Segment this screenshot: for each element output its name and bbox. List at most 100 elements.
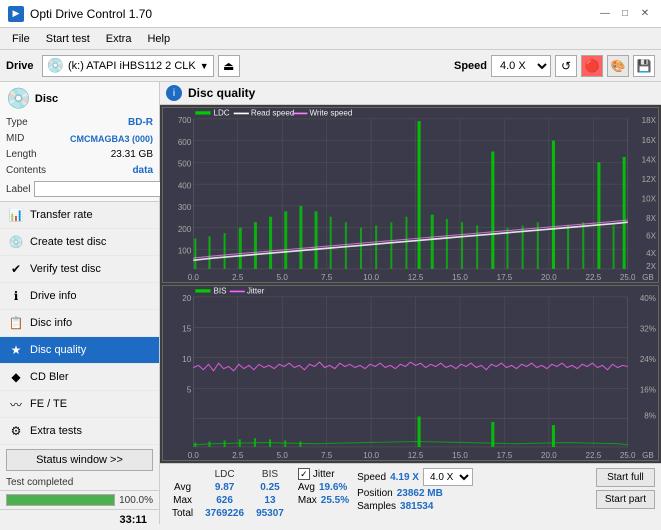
length-key: Length bbox=[6, 147, 37, 163]
sidebar: 💿 Disc Type BD-R MID CMCMAGBA3 (000) Len… bbox=[0, 82, 160, 524]
eject-button[interactable]: ⏏ bbox=[218, 55, 240, 77]
disc-panel-header: 💿 Disc bbox=[6, 86, 153, 111]
stats-table: LDC BIS Avg 9.87 0.25 Max 626 13 Total 3… bbox=[166, 468, 290, 520]
cd-bler-icon: ◆ bbox=[8, 369, 24, 385]
status-text: Test completed bbox=[0, 475, 159, 490]
svg-text:2.5: 2.5 bbox=[232, 450, 244, 460]
drive-dropdown-arrow[interactable]: ▼ bbox=[200, 61, 209, 71]
svg-text:14X: 14X bbox=[642, 154, 657, 164]
progress-area: 100.0% bbox=[0, 490, 159, 509]
samples-label: Samples bbox=[357, 501, 396, 512]
nav-drive-info[interactable]: ℹ Drive info bbox=[0, 283, 159, 310]
mid-key: MID bbox=[6, 131, 24, 147]
svg-text:25.0: 25.0 bbox=[620, 450, 636, 460]
svg-text:10: 10 bbox=[182, 354, 191, 364]
toolbar: Drive 💿 (k:) ATAPI iHBS112 2 CLK ▼ ⏏ Spe… bbox=[0, 50, 661, 82]
samples-val: 381534 bbox=[400, 501, 433, 512]
speed-select[interactable]: 4.0 X 8.0 X Max bbox=[491, 55, 551, 77]
disc-type-row: Type BD-R bbox=[6, 115, 153, 131]
refresh-button[interactable]: ↺ bbox=[555, 55, 577, 77]
nav-verify-test[interactable]: ✔ Verify test disc bbox=[0, 256, 159, 283]
row-max-ldc: 626 bbox=[199, 494, 250, 507]
progress-bar-fill bbox=[7, 495, 114, 505]
settings-button[interactable]: 🔴 bbox=[581, 55, 603, 77]
speed-value-row: Speed 4.19 X 4.0 X 8.0 X bbox=[357, 468, 473, 486]
start-part-button[interactable]: Start part bbox=[596, 490, 655, 509]
window-controls[interactable]: — □ ✕ bbox=[597, 6, 653, 22]
drive-selector[interactable]: 💿 (k:) ATAPI iHBS112 2 CLK ▼ bbox=[42, 55, 214, 77]
drive-label: Drive bbox=[6, 60, 34, 72]
svg-text:10.0: 10.0 bbox=[363, 450, 379, 460]
start-buttons: Start full Start part bbox=[596, 468, 655, 509]
svg-text:17.5: 17.5 bbox=[497, 272, 513, 282]
nav-label-extra-tests: Extra tests bbox=[30, 425, 82, 437]
speed-value: 4.19 X bbox=[390, 472, 419, 483]
nav-fe-te[interactable]: 〰 FE / TE bbox=[0, 391, 159, 418]
nav-disc-quality[interactable]: ★ Disc quality bbox=[0, 337, 159, 364]
svg-text:12.5: 12.5 bbox=[408, 450, 424, 460]
nav-create-test[interactable]: 💿 Create test disc bbox=[0, 229, 159, 256]
svg-text:600: 600 bbox=[178, 137, 192, 147]
chart-icon: i bbox=[166, 85, 182, 101]
svg-text:300: 300 bbox=[178, 202, 192, 212]
nav-cd-bler[interactable]: ◆ CD Bler bbox=[0, 364, 159, 391]
svg-text:7.5: 7.5 bbox=[321, 450, 333, 460]
menu-help[interactable]: Help bbox=[139, 31, 178, 47]
svg-text:32%: 32% bbox=[640, 323, 657, 333]
disc-mid-row: MID CMCMAGBA3 (000) bbox=[6, 131, 153, 147]
maximize-button[interactable]: □ bbox=[617, 6, 633, 22]
jitter-header: ✓ Jitter bbox=[298, 468, 349, 480]
disc-section-label: Disc bbox=[35, 93, 58, 105]
speed-section: Speed 4.19 X 4.0 X 8.0 X Position 23862 … bbox=[357, 468, 473, 512]
svg-text:0.0: 0.0 bbox=[188, 450, 200, 460]
jitter-max-label: Max bbox=[298, 495, 317, 506]
nav-label-disc-quality: Disc quality bbox=[30, 344, 86, 356]
menu-extra[interactable]: Extra bbox=[98, 31, 140, 47]
samples-row: Samples 381534 bbox=[357, 501, 473, 512]
svg-text:GB: GB bbox=[642, 272, 654, 282]
time-display: 33:11 bbox=[113, 512, 153, 528]
svg-text:GB: GB bbox=[642, 450, 654, 460]
nav-transfer-rate[interactable]: 📊 Transfer rate bbox=[0, 202, 159, 229]
svg-text:2.5: 2.5 bbox=[232, 272, 244, 282]
sidebar-bottom: Status window >> Test completed 100.0% 3… bbox=[0, 445, 159, 530]
stats-row-max: Max 626 13 bbox=[166, 494, 290, 507]
top-chart-svg: 700 600 500 400 300 200 100 0.0 2.5 5.0 … bbox=[163, 108, 658, 282]
color-button[interactable]: 🎨 bbox=[607, 55, 629, 77]
disc-icon: 💿 bbox=[6, 86, 31, 111]
status-window-button[interactable]: Status window >> bbox=[6, 449, 153, 471]
nav-label-cd-bler: CD Bler bbox=[30, 371, 69, 383]
speed-dropdown[interactable]: 4.0 X 8.0 X bbox=[423, 468, 473, 486]
save-button[interactable]: 💾 bbox=[633, 55, 655, 77]
progress-pct: 100.0% bbox=[119, 495, 153, 506]
svg-text:20.0: 20.0 bbox=[541, 272, 557, 282]
svg-text:16X: 16X bbox=[642, 135, 657, 145]
svg-text:8X: 8X bbox=[646, 213, 656, 223]
svg-text:20.0: 20.0 bbox=[541, 450, 557, 460]
nav-disc-info[interactable]: 📋 Disc info bbox=[0, 310, 159, 337]
minimize-button[interactable]: — bbox=[597, 6, 613, 22]
top-chart: 700 600 500 400 300 200 100 0.0 2.5 5.0 … bbox=[162, 107, 659, 283]
menu-start-test[interactable]: Start test bbox=[38, 31, 98, 47]
jitter-checkbox[interactable]: ✓ bbox=[298, 468, 310, 480]
contents-key: Contents bbox=[6, 163, 46, 179]
title-bar: ▶ Opti Drive Control 1.70 — □ ✕ bbox=[0, 0, 661, 28]
col-bis: BIS bbox=[250, 468, 290, 481]
svg-text:8%: 8% bbox=[644, 410, 656, 420]
row-max-label: Max bbox=[166, 494, 199, 507]
svg-text:6X: 6X bbox=[646, 230, 656, 240]
svg-text:10X: 10X bbox=[642, 193, 657, 203]
create-test-icon: 💿 bbox=[8, 234, 24, 250]
transfer-rate-icon: 📊 bbox=[8, 207, 24, 223]
jitter-avg-val: 19.6% bbox=[319, 482, 347, 493]
label-input[interactable] bbox=[34, 181, 172, 197]
close-button[interactable]: ✕ bbox=[637, 6, 653, 22]
menu-file[interactable]: File bbox=[4, 31, 38, 47]
start-full-button[interactable]: Start full bbox=[596, 468, 655, 487]
row-total-ldc: 3769226 bbox=[199, 507, 250, 520]
chart-header: i Disc quality bbox=[160, 82, 661, 105]
nav-extra-tests[interactable]: ⚙ Extra tests bbox=[0, 418, 159, 445]
main-layout: 💿 Disc Type BD-R MID CMCMAGBA3 (000) Len… bbox=[0, 82, 661, 524]
app-title: Opti Drive Control 1.70 bbox=[30, 7, 152, 21]
progress-bar bbox=[6, 494, 115, 506]
